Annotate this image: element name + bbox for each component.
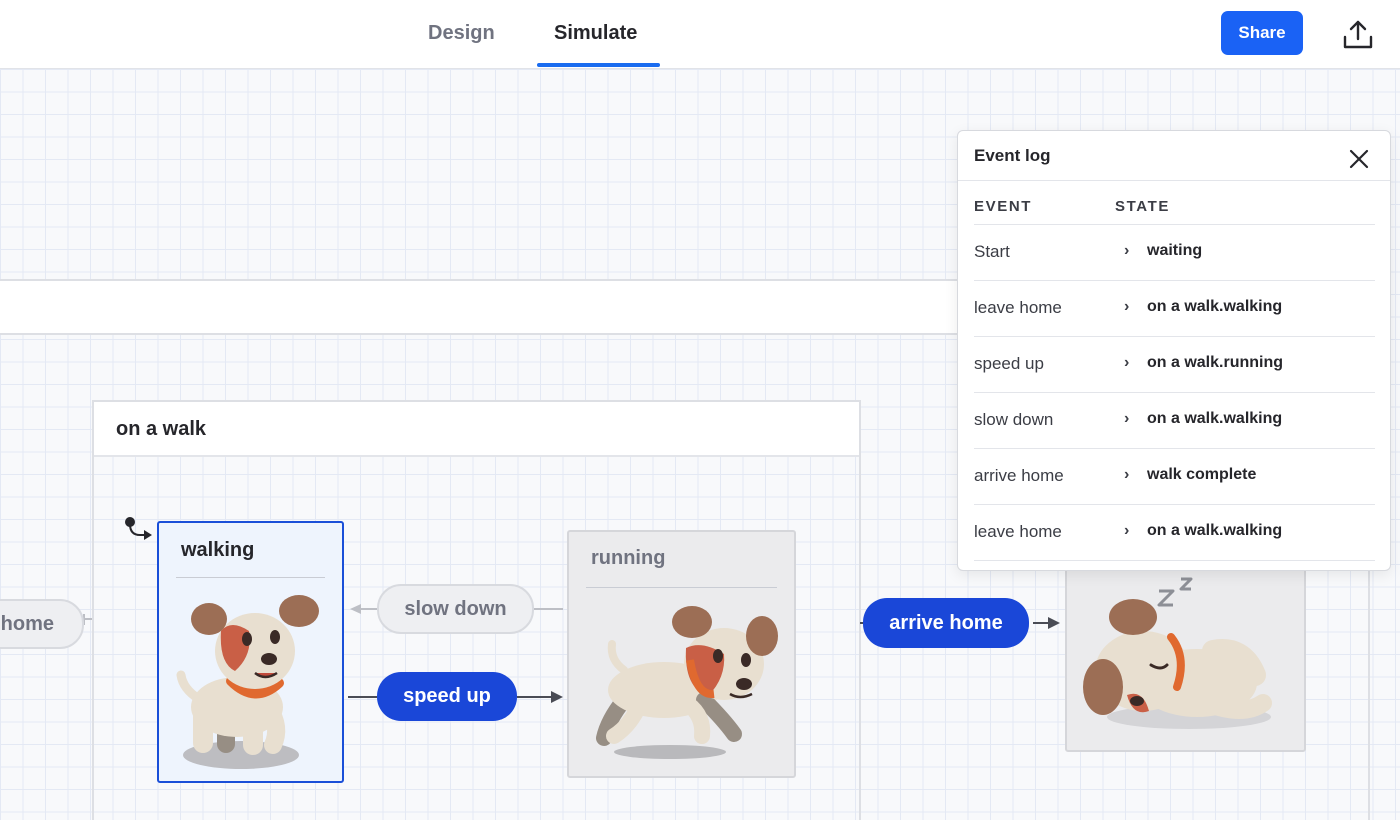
state-name: on a walk.walking bbox=[1147, 410, 1283, 427]
chevron-right-icon[interactable]: › bbox=[1124, 466, 1129, 484]
divider bbox=[974, 560, 1375, 561]
close-icon[interactable] bbox=[1346, 146, 1372, 172]
event-log-row[interactable]: leave home › on a walk.walking bbox=[974, 504, 1375, 560]
top-bar: Design Simulate Share bbox=[0, 0, 1400, 69]
active-tab-indicator bbox=[537, 63, 660, 67]
event-name: Start bbox=[974, 242, 1010, 261]
event-arrive-home[interactable]: arrive home bbox=[863, 598, 1029, 648]
chevron-right-icon[interactable]: › bbox=[1124, 298, 1129, 316]
running-dog-illustration bbox=[596, 606, 778, 759]
event-name: slow down bbox=[974, 410, 1054, 429]
walking-dog-illustration bbox=[176, 595, 319, 769]
state-running-label: running bbox=[591, 547, 666, 569]
state-on-a-walk-label: on a walk bbox=[116, 418, 207, 440]
state-walk-complete[interactable] bbox=[1065, 559, 1306, 752]
chevron-right-icon[interactable]: › bbox=[1124, 242, 1129, 260]
event-log-row[interactable]: leave home › on a walk.walking bbox=[974, 280, 1375, 336]
state-on-a-walk-header: on a walk bbox=[94, 402, 859, 457]
state-name: on a walk.walking bbox=[1147, 522, 1283, 539]
state-name: walk complete bbox=[1147, 466, 1257, 483]
event-name: arrive home bbox=[974, 466, 1064, 485]
event-log-row[interactable]: Start › waiting bbox=[974, 224, 1375, 280]
state-walking[interactable]: walking bbox=[157, 521, 344, 783]
tab-design[interactable]: Design bbox=[428, 22, 495, 45]
event-log-title: Event log bbox=[974, 146, 1051, 165]
chevron-right-icon[interactable]: › bbox=[1124, 354, 1129, 372]
event-home[interactable]: home bbox=[0, 599, 84, 649]
event-name: speed up bbox=[974, 354, 1044, 373]
event-log-panel: Event log EVENT STATE Start › waiting le… bbox=[957, 130, 1391, 571]
state-name: on a walk.walking bbox=[1147, 298, 1283, 315]
divider bbox=[176, 577, 325, 578]
event-name: leave home bbox=[974, 522, 1062, 541]
sleeping-dog-illustration bbox=[1083, 577, 1272, 729]
chevron-right-icon[interactable]: › bbox=[1124, 522, 1129, 540]
event-name: leave home bbox=[974, 298, 1062, 317]
divider bbox=[586, 587, 777, 588]
event-log-row[interactable]: arrive home › walk complete bbox=[974, 448, 1375, 504]
column-header-state: STATE bbox=[1115, 198, 1170, 215]
column-header-event: EVENT bbox=[974, 198, 1033, 215]
event-speed-up[interactable]: speed up bbox=[377, 672, 517, 721]
event-log-row[interactable]: speed up › on a walk.running bbox=[974, 336, 1375, 392]
state-walking-label: walking bbox=[181, 539, 255, 561]
tab-simulate[interactable]: Simulate bbox=[554, 22, 637, 45]
state-name: waiting bbox=[1147, 242, 1203, 259]
upload-icon[interactable] bbox=[1340, 19, 1376, 51]
divider bbox=[958, 180, 1390, 181]
event-slow-down[interactable]: slow down bbox=[377, 584, 534, 634]
share-button[interactable]: Share bbox=[1221, 11, 1303, 55]
event-log-row[interactable]: slow down › on a walk.walking bbox=[974, 392, 1375, 448]
state-name: on a walk.running bbox=[1147, 354, 1284, 371]
chevron-right-icon[interactable]: › bbox=[1124, 410, 1129, 428]
state-running[interactable]: running bbox=[567, 530, 796, 778]
